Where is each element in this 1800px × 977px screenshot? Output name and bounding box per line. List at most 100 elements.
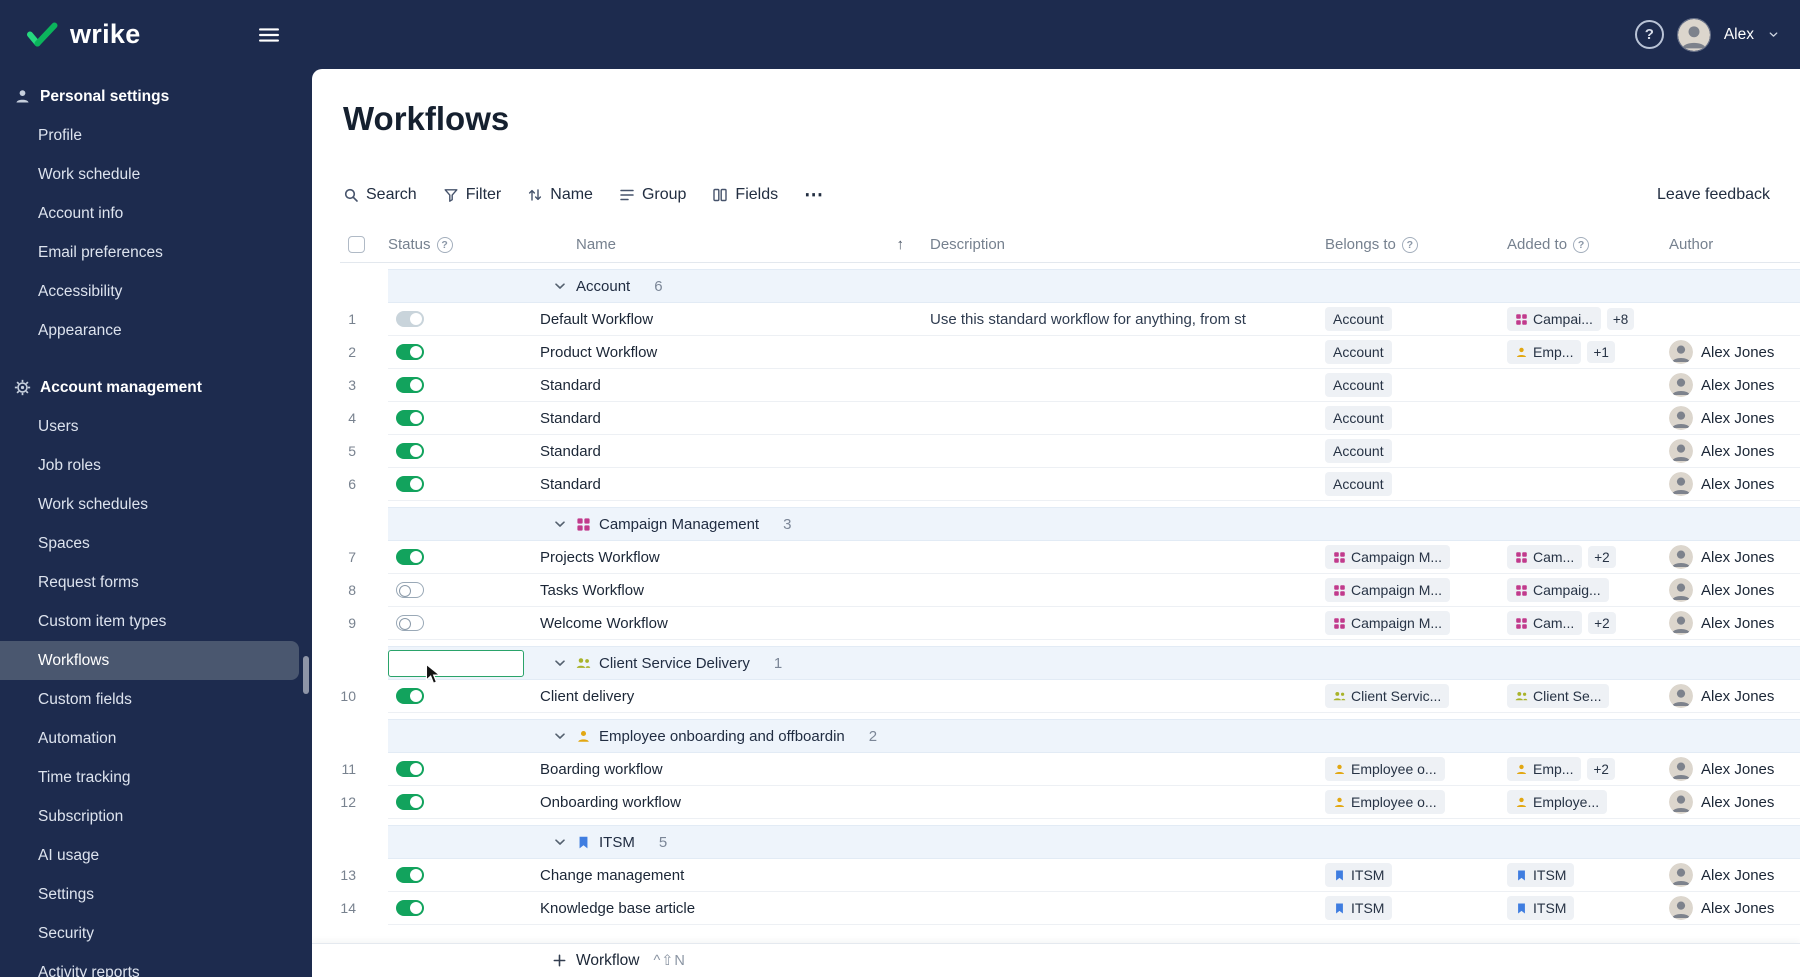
belongs-to-badge[interactable]: Account	[1325, 307, 1392, 331]
status-help-icon[interactable]: ?	[436, 236, 453, 253]
toolbar-more-button[interactable]: ⋯	[804, 184, 824, 207]
sidebar-item-work-schedules[interactable]: Work schedules	[0, 485, 312, 524]
workflow-row[interactable]: 1 Default Workflow Use this standard wor…	[348, 303, 1800, 336]
status-toggle[interactable]	[396, 900, 424, 916]
belongs-to-badge[interactable]: ITSM	[1325, 896, 1393, 920]
added-to-badge[interactable]: Cam...	[1507, 545, 1583, 569]
belongs-to-badge[interactable]: Employee o...	[1325, 790, 1445, 814]
workflow-row[interactable]: 9 Welcome Workflow Campaign M... Cam... +…	[348, 607, 1800, 640]
status-toggle[interactable]	[396, 344, 424, 360]
workflow-name[interactable]: Change management	[540, 859, 930, 891]
belongs-to-help-icon[interactable]: ?	[1401, 236, 1418, 253]
sidebar-item-request-forms[interactable]: Request forms	[0, 563, 312, 602]
group-header-campaign-management[interactable]: Campaign Management 3	[388, 507, 1800, 541]
workflow-row[interactable]: 14 Knowledge base article ITSM ITSM Alex…	[340, 892, 1800, 925]
status-toggle[interactable]	[396, 410, 424, 426]
help-icon[interactable]: ?	[1634, 20, 1664, 49]
workflow-row[interactable]: 4 Standard Account Alex Jones	[348, 402, 1800, 435]
column-header-name[interactable]: Name ↑	[540, 227, 930, 262]
add-workflow-button[interactable]: Workflow	[552, 952, 639, 970]
chevron-down-icon[interactable]	[552, 278, 568, 294]
workflow-name[interactable]: Knowledge base article	[540, 892, 930, 924]
workflow-row[interactable]: 8 Tasks Workflow Campaign M... Campaig..…	[348, 574, 1800, 607]
status-toggle[interactable]	[396, 476, 424, 492]
status-toggle[interactable]	[396, 794, 424, 810]
workflow-name[interactable]: Default Workflow	[540, 303, 930, 335]
sidebar-item-profile[interactable]: Profile	[0, 116, 312, 155]
toolbar-filter-button[interactable]: Filter	[443, 186, 501, 204]
workflow-name[interactable]: Onboarding workflow	[540, 786, 930, 818]
workflow-name[interactable]: Product Workflow	[540, 336, 930, 368]
workflow-row[interactable]: 5 Standard Account Alex Jones	[348, 435, 1800, 468]
workflow-row[interactable]: 10 Client delivery Client Servic... Clie…	[340, 680, 1800, 713]
sidebar-item-email-preferences[interactable]: Email preferences	[0, 233, 312, 272]
status-toggle[interactable]	[396, 549, 424, 565]
toolbar-group-button[interactable]: Group	[619, 186, 686, 204]
workflow-row[interactable]: 12 Onboarding workflow Employee o... Emp…	[340, 786, 1800, 819]
status-toggle[interactable]	[396, 377, 424, 393]
belongs-to-badge[interactable]: Account	[1325, 472, 1392, 496]
hamburger-menu-button[interactable]	[258, 27, 279, 43]
status-toggle[interactable]	[396, 867, 424, 883]
column-header-description[interactable]: Description	[930, 227, 1325, 262]
status-toggle[interactable]	[396, 761, 424, 777]
leave-feedback-button[interactable]: Leave feedback	[1657, 186, 1770, 204]
group-header-client-service-delivery[interactable]: Client Service Delivery 1	[388, 646, 1800, 685]
wrike-logo[interactable]: wrike	[26, 19, 141, 50]
chevron-down-icon[interactable]	[552, 728, 568, 744]
workflow-row[interactable]: 6 Standard Account Alex Jones	[348, 468, 1800, 501]
sidebar-item-custom-fields[interactable]: Custom fields	[0, 680, 312, 719]
sidebar-item-account-info[interactable]: Account info	[0, 194, 312, 233]
status-toggle[interactable]	[396, 311, 424, 327]
column-header-status[interactable]: Status ?	[388, 227, 540, 262]
group-header-account[interactable]: Account 6	[388, 269, 1800, 303]
workflow-row[interactable]: 13 Change management ITSM ITSM Alex Jone…	[340, 859, 1800, 892]
sidebar-item-job-roles[interactable]: Job roles	[0, 446, 312, 485]
group-name-input[interactable]	[388, 650, 524, 677]
column-header-added-to[interactable]: Added to ?	[1507, 227, 1669, 262]
sidebar-item-activity-reports[interactable]: Activity reports	[0, 953, 312, 977]
added-to-badge[interactable]: Cam...	[1507, 611, 1583, 635]
workflow-row[interactable]: 7 Projects Workflow Campaign M... Cam...…	[348, 541, 1800, 574]
sidebar-item-subscription[interactable]: Subscription	[0, 797, 312, 836]
more-spaces-badge[interactable]: +2	[1588, 546, 1616, 568]
workflow-row[interactable]: 3 Standard Account Alex Jones	[348, 369, 1800, 402]
belongs-to-badge[interactable]: Account	[1325, 439, 1392, 463]
sidebar-scrollbar[interactable]	[303, 656, 309, 694]
sidebar-item-settings[interactable]: Settings	[0, 875, 312, 914]
workflow-row[interactable]: 2 Product Workflow Account Emp... +1 Alex…	[348, 336, 1800, 369]
added-to-badge[interactable]: Campaig...	[1507, 578, 1609, 602]
sidebar-item-work-schedule[interactable]: Work schedule	[0, 155, 312, 194]
column-header-author[interactable]: Author	[1669, 227, 1800, 262]
added-to-badge[interactable]: Emp...	[1507, 757, 1582, 781]
workflow-name[interactable]: Welcome Workflow	[540, 607, 930, 639]
added-to-badge[interactable]: Emp...	[1507, 340, 1582, 364]
sidebar-item-automation[interactable]: Automation	[0, 719, 312, 758]
workflow-name[interactable]: Projects Workflow	[540, 541, 930, 573]
chevron-down-icon[interactable]	[552, 516, 568, 532]
sidebar-item-users[interactable]: Users	[0, 407, 312, 446]
added-to-badge[interactable]: ITSM	[1507, 863, 1575, 887]
workflow-name[interactable]: Standard	[540, 402, 930, 434]
more-spaces-badge[interactable]: +1	[1587, 341, 1615, 363]
toolbar-fields-button[interactable]: Fields	[712, 186, 778, 204]
sidebar-item-workflows[interactable]: Workflows	[0, 641, 299, 680]
workflow-name[interactable]: Client delivery	[540, 680, 930, 712]
toolbar-name-button[interactable]: Name	[527, 186, 593, 204]
added-to-badge[interactable]: Employe...	[1507, 790, 1608, 814]
belongs-to-badge[interactable]: Client Servic...	[1325, 684, 1450, 708]
added-to-badge[interactable]: Campai...	[1507, 307, 1601, 331]
chevron-down-icon[interactable]	[552, 834, 568, 850]
sidebar-item-security[interactable]: Security	[0, 914, 312, 953]
belongs-to-badge[interactable]: Campaign M...	[1325, 545, 1451, 569]
sidebar-item-custom-item-types[interactable]: Custom item types	[0, 602, 312, 641]
sidebar-item-ai-usage[interactable]: AI usage	[0, 836, 312, 875]
more-spaces-badge[interactable]: +2	[1588, 612, 1616, 634]
group-header-itsm[interactable]: ITSM 5	[388, 825, 1800, 859]
more-spaces-badge[interactable]: +8	[1606, 308, 1635, 330]
added-to-badge[interactable]: ITSM	[1507, 896, 1575, 920]
added-to-badge[interactable]: Client Se...	[1507, 684, 1610, 708]
status-toggle[interactable]	[396, 582, 424, 598]
belongs-to-badge[interactable]: Employee o...	[1325, 757, 1445, 781]
column-header-belongs-to[interactable]: Belongs to ?	[1325, 227, 1507, 262]
